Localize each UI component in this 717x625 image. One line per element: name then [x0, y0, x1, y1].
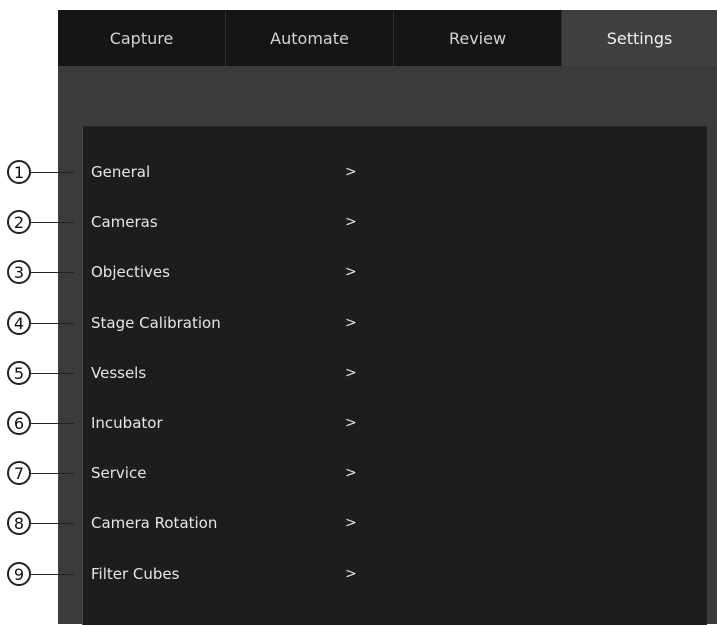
tab-bar: Capture Automate Review Settings — [58, 10, 717, 66]
tab-review[interactable]: Review — [394, 10, 562, 66]
settings-item-cameras[interactable]: Cameras > — [83, 202, 383, 242]
settings-item-stage-calibration[interactable]: Stage Calibration > — [83, 303, 383, 343]
chevron-right-icon: > — [345, 365, 357, 381]
callout-8: 8 — [7, 511, 31, 535]
callout-9: 9 — [7, 562, 31, 586]
settings-item-vessels[interactable]: Vessels > — [83, 353, 383, 393]
callout-4: 4 — [7, 311, 31, 335]
settings-item-label: General — [91, 163, 151, 181]
callout-7: 7 — [7, 461, 31, 485]
settings-item-general[interactable]: General > — [83, 152, 383, 192]
settings-item-label: Service — [91, 464, 147, 482]
chevron-right-icon: > — [345, 214, 357, 230]
callout-1: 1 — [7, 160, 31, 184]
settings-item-service[interactable]: Service > — [83, 453, 383, 493]
settings-item-label: Objectives — [91, 263, 170, 281]
tab-automate[interactable]: Automate — [226, 10, 394, 66]
callout-leader-line — [31, 523, 74, 524]
callout-leader-line — [31, 423, 74, 424]
settings-item-label: Filter Cubes — [91, 565, 180, 583]
callout-leader-line — [31, 574, 74, 575]
callout-3: 3 — [7, 260, 31, 284]
tab-settings[interactable]: Settings — [562, 10, 717, 66]
callout-leader-line — [31, 222, 74, 223]
settings-item-label: Vessels — [91, 364, 147, 382]
settings-item-label: Camera Rotation — [91, 514, 218, 532]
callout-2: 2 — [7, 210, 31, 234]
chevron-right-icon: > — [345, 315, 357, 331]
callout-5: 5 — [7, 361, 31, 385]
tab-capture[interactable]: Capture — [58, 10, 226, 66]
settings-item-label: Stage Calibration — [91, 314, 221, 332]
chevron-right-icon: > — [345, 164, 357, 180]
callout-6: 6 — [7, 411, 31, 435]
settings-item-label: Cameras — [91, 213, 158, 231]
callout-leader-line — [31, 473, 74, 474]
callout-leader-line — [31, 323, 74, 324]
chevron-right-icon: > — [345, 465, 357, 481]
settings-item-filter-cubes[interactable]: Filter Cubes > — [83, 554, 383, 594]
chevron-right-icon: > — [345, 264, 357, 280]
callout-leader-line — [31, 172, 74, 173]
settings-item-incubator[interactable]: Incubator > — [83, 403, 383, 443]
chevron-right-icon: > — [345, 415, 357, 431]
settings-item-label: Incubator — [91, 414, 163, 432]
app-window: Capture Automate Review Settings General… — [58, 10, 717, 625]
settings-item-objectives[interactable]: Objectives > — [83, 252, 383, 292]
settings-panel: General > Cameras > Objectives > Stage C… — [82, 126, 707, 625]
settings-item-camera-rotation[interactable]: Camera Rotation > — [83, 503, 383, 543]
callout-leader-line — [31, 272, 74, 273]
chevron-right-icon: > — [345, 566, 357, 582]
callout-leader-line — [31, 373, 74, 374]
chevron-right-icon: > — [345, 515, 357, 531]
